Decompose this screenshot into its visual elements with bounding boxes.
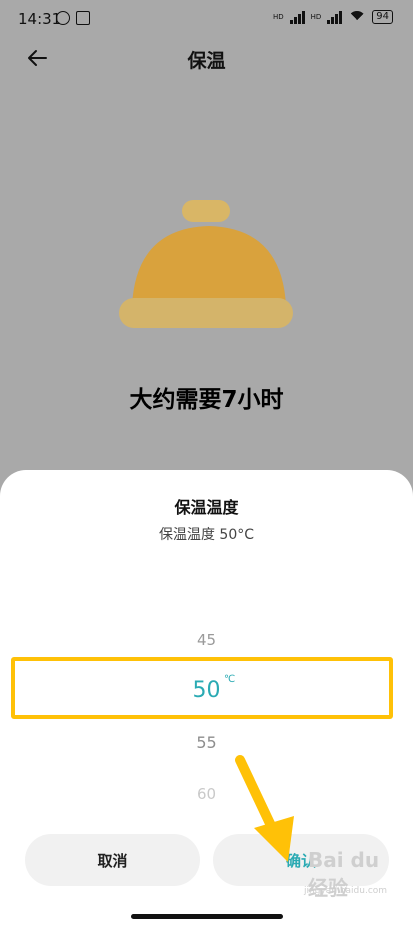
picker-option-60[interactable]: 60	[0, 785, 413, 803]
page-title: 保温	[187, 50, 226, 72]
nfc-icon	[76, 11, 90, 25]
status-left-icons	[56, 11, 90, 25]
picker-option-55[interactable]: 55	[0, 733, 413, 752]
battery-icon: 94	[372, 10, 393, 24]
status-right-icons: HD HD 94	[272, 10, 393, 29]
wifi-icon	[348, 10, 367, 29]
network-hd-label: HD	[272, 13, 284, 21]
screen: 14:31 HD HD 94 保温 大约需要7小时 保温温度 保温温度 50°C…	[0, 0, 413, 925]
signal-icon-2	[327, 10, 343, 24]
bell-icon	[119, 200, 293, 328]
sheet-title: 保温温度	[174, 498, 239, 517]
network-hd-label-2: HD	[310, 13, 322, 21]
home-indicator[interactable]	[131, 914, 283, 919]
picker-option-45[interactable]: 45	[0, 631, 413, 649]
status-bar: 14:31 HD HD 94	[0, 0, 413, 38]
watermark-subtext: jingyan.baidu.com	[304, 886, 388, 896]
sheet-subtitle: 保温温度 50°C	[158, 527, 255, 543]
selection-highlight-box	[11, 657, 393, 719]
signal-icon	[289, 10, 305, 24]
duration-headline: 大约需要7小时	[129, 387, 284, 413]
watermark: Bai du 经验 jingyan.baidu.com	[300, 840, 395, 900]
arrow-pointer-icon	[235, 755, 294, 862]
cancel-button[interactable]: 取消	[25, 834, 200, 886]
status-time: 14:31	[18, 10, 62, 28]
alarm-icon	[56, 11, 70, 25]
